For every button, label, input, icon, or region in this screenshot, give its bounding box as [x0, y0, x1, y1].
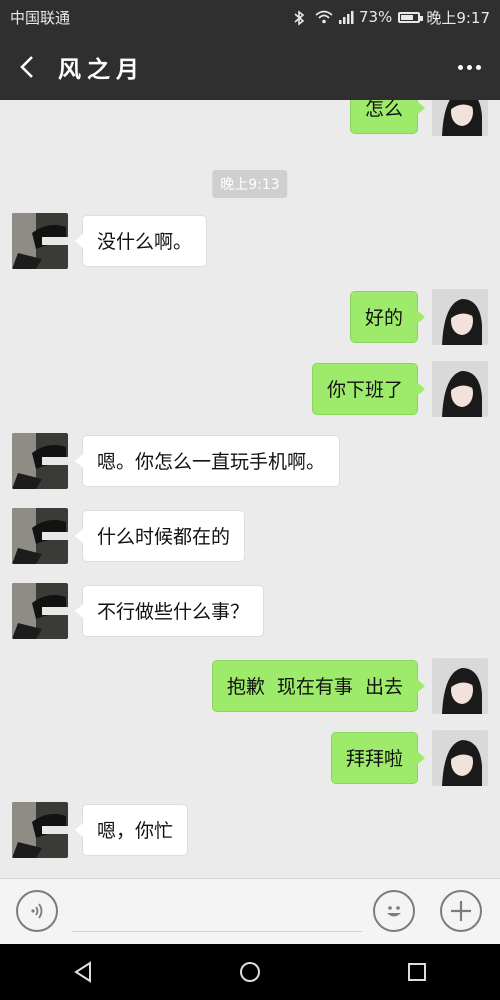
- message-row: 嗯。你怎么一直玩手机啊。: [12, 433, 341, 489]
- contact-avatar[interactable]: [12, 802, 68, 858]
- my-avatar[interactable]: [432, 361, 488, 417]
- message-row: 什么时候都在的: [12, 508, 246, 564]
- message-bubble[interactable]: 拜拜啦: [330, 732, 426, 784]
- voice-icon[interactable]: [16, 890, 58, 932]
- battery-icon: [398, 11, 424, 23]
- back-icon[interactable]: [14, 54, 40, 80]
- nav-back-icon[interactable]: [63, 952, 103, 992]
- input-underline: [72, 931, 362, 932]
- message-row: 没什么啊。: [12, 213, 208, 269]
- my-avatar[interactable]: [432, 730, 488, 786]
- emoji-icon[interactable]: [373, 890, 415, 932]
- message-bubble[interactable]: 你下班了: [311, 363, 426, 415]
- time-divider: 晚上9:13: [212, 170, 288, 198]
- my-avatar[interactable]: [432, 100, 488, 136]
- my-avatar[interactable]: [432, 289, 488, 345]
- message-bubble[interactable]: 嗯，你忙: [74, 804, 189, 856]
- message-bubble[interactable]: 好的: [349, 291, 426, 343]
- message-bubble[interactable]: 不行做些什么事？: [74, 585, 265, 637]
- status-time: 晚上9:17: [426, 8, 490, 27]
- system-nav-bar: [0, 944, 500, 1000]
- contact-avatar[interactable]: [12, 583, 68, 639]
- message-row: 拜拜啦: [330, 730, 488, 786]
- nav-home-icon[interactable]: [230, 952, 270, 992]
- bluetooth-icon: [293, 10, 309, 26]
- chat-area[interactable]: 怎么 晚上9:13 没什么啊。 好的 你下班了 嗯。你怎么一直玩手机啊。 什么时…: [0, 100, 500, 878]
- contact-avatar[interactable]: [12, 213, 68, 269]
- chat-title: 风之月: [58, 57, 145, 83]
- wifi-icon: [315, 10, 333, 24]
- message-bubble[interactable]: 什么时候都在的: [74, 510, 246, 562]
- message-input[interactable]: [72, 893, 366, 931]
- message-row: 嗯，你忙: [12, 802, 189, 858]
- message-row: 怎么: [349, 100, 488, 136]
- contact-avatar[interactable]: [12, 508, 68, 564]
- battery-percent: 73%: [358, 8, 393, 26]
- message-bubble[interactable]: 嗯。你怎么一直玩手机啊。: [74, 435, 341, 487]
- nav-recents-icon[interactable]: [397, 952, 437, 992]
- my-avatar[interactable]: [432, 658, 488, 714]
- message-row: 抱歉 现在有事 出去: [211, 658, 488, 714]
- contact-avatar[interactable]: [12, 433, 68, 489]
- message-bubble[interactable]: 抱歉 现在有事 出去: [211, 660, 426, 712]
- signal-icon: [337, 10, 354, 24]
- message-row: 好的: [349, 289, 488, 345]
- more-icon[interactable]: [452, 54, 486, 80]
- status-bar: 中国联通 73% 晚上9:17: [0, 0, 500, 34]
- status-right: 73% 晚上9:17: [293, 7, 490, 28]
- message-bubble[interactable]: 没什么啊。: [74, 215, 208, 267]
- message-bubble[interactable]: 怎么: [349, 100, 426, 134]
- plus-icon[interactable]: [440, 890, 482, 932]
- carrier-label: 中国联通: [10, 8, 71, 27]
- title-bar: 风之月: [0, 34, 500, 100]
- message-row: 你下班了: [311, 361, 488, 417]
- battery-fill: [401, 14, 413, 20]
- message-row: 不行做些什么事？: [12, 583, 265, 639]
- input-bar: [0, 878, 500, 944]
